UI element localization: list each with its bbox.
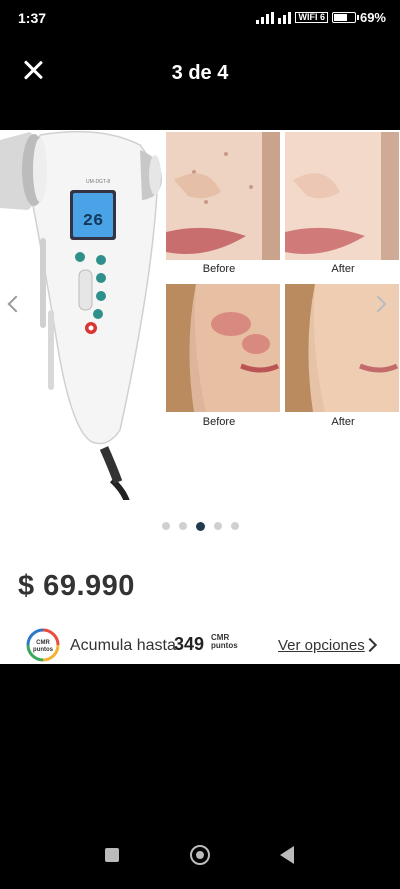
before-photo-2 — [166, 284, 280, 412]
ver-opciones-link[interactable]: Ver opciones — [278, 637, 365, 654]
back-icon[interactable] — [280, 846, 294, 864]
gallery-pagination — [0, 522, 400, 531]
caption-after-1: After — [331, 263, 355, 275]
cmr-points-row[interactable]: CMR puntos Acumula hasta 349 CMR puntos V… — [0, 620, 400, 664]
status-bar: 1:37 WIFI 6 69% — [0, 0, 400, 36]
recents-icon[interactable] — [105, 848, 119, 862]
points-prefix: Acumula hasta — [70, 637, 176, 654]
status-time: 1:37 — [18, 10, 47, 26]
system-nav-bar — [0, 827, 400, 889]
home-icon[interactable] — [190, 845, 210, 865]
signal-icon — [256, 11, 275, 24]
logo-cmr-text: CMR — [36, 640, 50, 646]
signal-icon-2 — [278, 11, 292, 24]
battery-percent: 69% — [359, 10, 386, 25]
cmr-puntos-label: CMR puntos — [211, 634, 238, 650]
points-amount: 349 — [174, 634, 205, 654]
caption-before-1: Before — [202, 263, 236, 275]
chevron-right-icon[interactable] — [362, 637, 378, 653]
pagination-dot[interactable] — [213, 522, 222, 530]
pagination-dot[interactable] — [230, 522, 239, 530]
pagination-dot[interactable] — [178, 522, 187, 530]
pagination-dot-active[interactable] — [195, 522, 205, 531]
pagination-dot[interactable] — [161, 522, 170, 530]
image-counter: 3 de 4 — [171, 62, 229, 84]
caption-before-2: Before — [202, 416, 236, 428]
battery-icon — [331, 12, 359, 23]
before-photo-1 — [166, 132, 280, 260]
device-image: UM-DGT-8 26 — [0, 130, 162, 500]
product-sheet: UM-DGT-8 26 Before After Before After $ … — [0, 130, 400, 664]
status-icons: WIFI 6 69% — [256, 10, 386, 25]
wifi-icon: WIFI 6 — [295, 12, 328, 23]
cmr-label-bottom: puntos — [211, 641, 238, 650]
image-gallery[interactable]: UM-DGT-8 26 Before After Before After — [0, 130, 400, 510]
caption-after-2: After — [331, 416, 355, 428]
product-price: $ 69.990 — [18, 570, 135, 602]
device-brand-text: UM-DGT-8 — [86, 179, 110, 185]
device-display-value: 26 — [83, 212, 103, 231]
viewer-header: 3 de 4 — [0, 52, 400, 96]
logo-puntos-text: puntos — [33, 647, 54, 653]
after-photo-1 — [285, 132, 399, 260]
cmr-puntos-logo: CMR puntos — [26, 628, 60, 662]
